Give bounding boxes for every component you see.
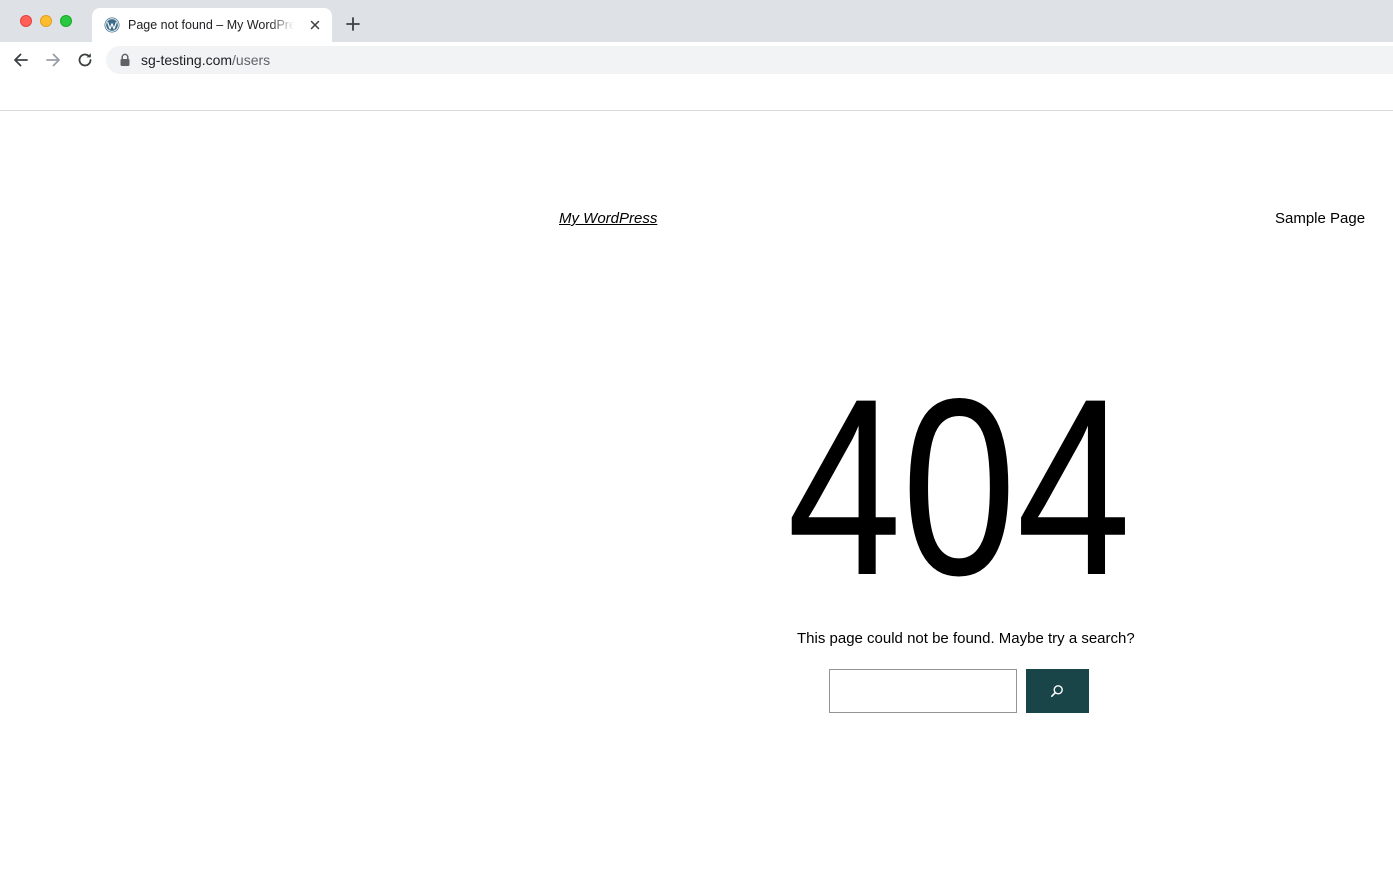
url-path: /users [232,52,271,68]
search-input[interactable] [829,669,1017,713]
arrow-right-icon[interactable] [43,50,63,70]
lock-icon[interactable] [119,53,131,67]
browser-toolbar: sg-testing.com/users [0,42,1393,78]
wordpress-icon [104,17,120,33]
tab-active[interactable]: Page not found – My WordPress [92,8,332,42]
window-maximize-button[interactable] [60,15,72,27]
browser-window: Page not found – My WordPress sg-testing… [0,0,1393,873]
arrow-left-icon[interactable] [11,50,31,70]
search-icon [1051,685,1063,697]
window-minimize-button[interactable] [40,15,52,27]
window-close-button[interactable] [20,15,32,27]
error-code-404: 404 [786,393,1132,577]
tab-strip: Page not found – My WordPress [0,0,1393,42]
header-divider [0,110,1393,111]
site-title-link[interactable]: My WordPress [559,210,657,228]
reload-icon[interactable] [75,50,95,70]
plus-icon[interactable] [344,15,362,33]
search-button[interactable] [1026,669,1089,713]
error-code-text: 404 [787,393,1131,577]
url-text: sg-testing.com/users [141,52,270,68]
tab-title: Page not found – My WordPress [128,18,294,32]
close-icon[interactable] [307,17,323,33]
error-message: This page could not be found. Maybe try … [797,630,1135,647]
nav-item-sample-page[interactable]: Sample Page [1275,210,1365,228]
url-host: sg-testing.com [141,52,233,68]
address-bar[interactable]: sg-testing.com/users [106,46,1393,74]
